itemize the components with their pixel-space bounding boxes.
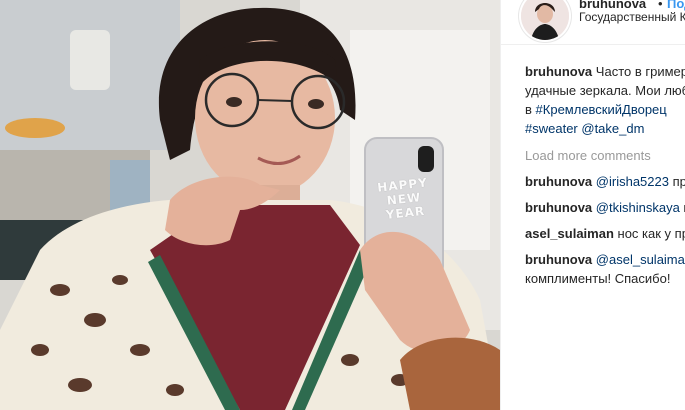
comment-text: комплименты! Спасибо! (525, 271, 671, 286)
caption-text-line-1: Часто в гримерке (595, 64, 685, 79)
post-location[interactable]: Государственный Кремлевский Дворец (579, 10, 685, 24)
comment-item: bruhunova @irisha5223 про (525, 172, 685, 191)
comment-item: bruhunova @asel_sulaiman комплименты! Сп… (525, 250, 685, 288)
comment-username[interactable]: bruhunova (525, 200, 592, 215)
comment-mention[interactable]: @irisha5223 (596, 174, 669, 189)
post-header: bruhunova • Подписаться Государственный … (501, 0, 685, 45)
comment-text: про (672, 174, 685, 189)
comment-username[interactable]: asel_sulaiman (525, 226, 614, 241)
comment-username[interactable]: bruhunova (525, 252, 592, 267)
post-photo[interactable]: HAPPY NEW YEAR (0, 0, 500, 410)
avatar[interactable] (521, 0, 569, 40)
comment-item: asel_sulaiman нос как у прабабушки (525, 224, 685, 243)
caption: bruhunova Часто в гримерке удачные зерка… (525, 62, 685, 138)
mention-take-dm[interactable]: @take_dm (581, 121, 644, 136)
caption-text-line-2: удачные зеркала. Мои любимые (525, 83, 685, 98)
comment-item: bruhunova @tkishinskaya в (525, 198, 685, 217)
comment-mention[interactable]: @tkishinskaya (596, 200, 680, 215)
comment-username[interactable]: bruhunova (525, 174, 592, 189)
caption-username[interactable]: bruhunova (525, 64, 592, 79)
comments-list: bruhunova Часто в гримерке удачные зерка… (525, 62, 685, 288)
caption-text-line-3: в (525, 102, 532, 117)
comment-mention[interactable]: @asel_sulaiman (596, 252, 685, 267)
post-sidebar: bruhunova • Подписаться Государственный … (501, 0, 685, 410)
hashtag-sweater[interactable]: #sweater (525, 121, 578, 136)
load-more-comments-button[interactable]: Load more comments (525, 146, 685, 165)
hashtag-kremlevsky[interactable]: #КремлевскийДворец (536, 102, 667, 117)
comment-text: нос как у прабабушки (617, 226, 685, 241)
phone-case-text: HAPPY NEW YEAR (376, 175, 429, 222)
comment-text: в (680, 200, 685, 215)
